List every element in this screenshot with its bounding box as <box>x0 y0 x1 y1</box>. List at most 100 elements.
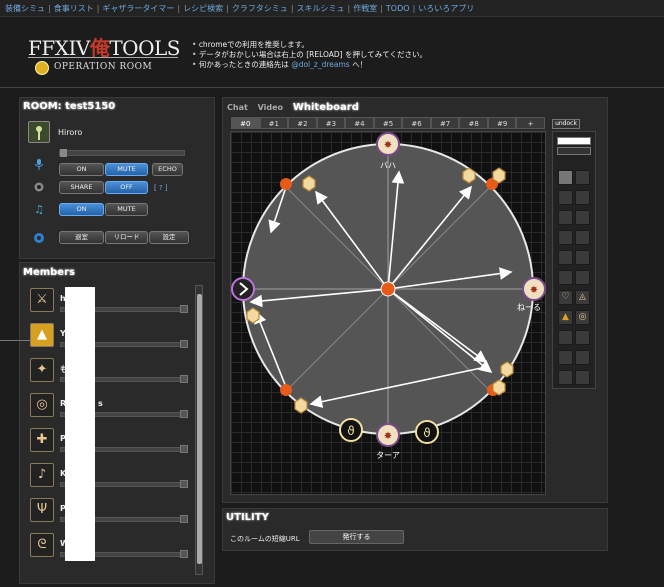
app-root: 装備シミュ | 食事リスト | ギャザラータイマー | レシピ検索 | クラフタシミュ | スキルシ… <box>0 0 664 587</box>
palette-cell[interactable] <box>575 270 590 285</box>
svg-text:✸: ✸ <box>384 431 392 442</box>
job-icon: ✚ <box>30 428 54 452</box>
whiteboard-canvas[interactable]: ✸ ✸ ✸ ϑ ϑ バハ ねーる ターア <box>230 131 546 495</box>
music-mute-button[interactable]: MUTE <box>105 203 148 216</box>
page-tab[interactable]: #7 <box>430 117 460 129</box>
utility-panel: UTILITY このルームの短縮URL 発行する <box>222 508 608 551</box>
short-url-label: このルームの短縮URL <box>230 535 300 543</box>
member-row[interactable]: ▲ Y <box>30 323 200 353</box>
nav-link-apps[interactable]: いろいろアプリ <box>418 4 474 13</box>
undock-button[interactable]: undock <box>552 119 580 129</box>
member-row[interactable]: ΨP <box>30 498 200 528</box>
twitter-link[interactable]: @dol_z_dreams <box>291 60 349 69</box>
page-tab[interactable]: #0 <box>231 117 260 129</box>
mic-mute-button[interactable]: MUTE <box>105 163 148 176</box>
page-tab[interactable]: #2 <box>288 117 317 129</box>
member-row[interactable]: ♪ K <box>30 463 200 493</box>
echo-button[interactable]: ECHO <box>152 163 183 176</box>
nav-link-room[interactable]: 作戦室 <box>353 4 377 13</box>
palette-cell[interactable] <box>575 230 590 245</box>
members-scrollbar[interactable] <box>195 285 203 575</box>
palette-cell[interactable]: ▲ <box>558 310 573 325</box>
nav-link-recipe[interactable]: レシピ検索 <box>183 4 223 13</box>
palette-cell[interactable] <box>575 210 590 225</box>
palette-cell[interactable] <box>558 230 573 245</box>
job-icon: ✦ <box>30 358 54 382</box>
share-button[interactable]: SHARE <box>59 181 104 194</box>
svg-text:✸: ✸ <box>530 285 538 296</box>
page-tab[interactable]: #4 <box>345 117 374 129</box>
settings-button[interactable]: 設定 <box>149 231 189 244</box>
member-checkbox[interactable] <box>180 550 188 558</box>
center-marker <box>380 281 396 297</box>
nav-link-gather[interactable]: ギャザラータイマー <box>102 4 174 13</box>
palette-cell[interactable]: ♡ <box>558 290 573 305</box>
tab-chat[interactable]: Chat <box>227 103 248 112</box>
music-on-button[interactable]: ON <box>59 203 104 216</box>
palette-cell[interactable] <box>558 210 573 225</box>
palette-cell[interactable] <box>575 250 590 265</box>
palette-cell[interactable] <box>575 190 590 205</box>
nav-link-todo[interactable]: TODO <box>386 4 410 13</box>
page-tab[interactable]: #6 <box>402 117 431 129</box>
utility-title: UTILITY <box>226 512 269 523</box>
color-swatch-white[interactable] <box>557 137 591 145</box>
page-tab[interactable]: + <box>516 117 546 129</box>
room-title: ROOM: test5150 <box>23 101 116 112</box>
nav-link-skill[interactable]: スキルシミュ <box>297 4 345 13</box>
member-row[interactable]: ✚ P <box>30 428 200 458</box>
palette-cell[interactable] <box>558 170 573 185</box>
page-tab[interactable]: #9 <box>487 117 517 129</box>
site-header: FFXIV俺TOOLS OPERATION ROOM chromeでの利用を推奨… <box>0 18 664 88</box>
issue-url-button[interactable]: 発行する <box>309 530 404 544</box>
page-tab[interactable]: #8 <box>459 117 488 129</box>
member-row[interactable]: ⚔ h <box>30 288 200 318</box>
member-checkbox[interactable] <box>180 340 188 348</box>
svg-text:ϑ: ϑ <box>423 426 430 440</box>
leave-button[interactable]: 退室 <box>59 231 104 244</box>
palette-cell[interactable] <box>558 330 573 345</box>
palette-cell[interactable]: ◎ <box>575 310 590 325</box>
nav-link-craft[interactable]: クラフタシミュ <box>232 4 288 13</box>
palette-cell[interactable] <box>575 370 590 385</box>
arena-drawing: ✸ ✸ ✸ ϑ ϑ バハ ねーる ターア <box>231 132 546 460</box>
tab-video[interactable]: Video <box>258 103 283 112</box>
page-tab[interactable]: #3 <box>316 117 346 129</box>
share-off-button[interactable]: OFF <box>105 181 148 194</box>
palette-cell[interactable] <box>558 270 573 285</box>
coin-icon <box>35 61 49 75</box>
palette-cell[interactable] <box>558 370 573 385</box>
member-checkbox[interactable] <box>180 445 188 453</box>
palette-cell[interactable] <box>575 350 590 365</box>
mic-on-button[interactable]: ON <box>59 163 104 176</box>
label-top: バハ <box>380 161 396 170</box>
palette-cell[interactable] <box>575 330 590 345</box>
member-checkbox[interactable] <box>180 305 188 313</box>
nav-link-food[interactable]: 食事リスト <box>54 4 94 13</box>
healer-icon-right: ϑ <box>415 420 439 444</box>
volume-slider[interactable] <box>59 149 185 157</box>
palette-cell[interactable]: ◬ <box>575 290 590 305</box>
palette-cell[interactable] <box>558 190 573 205</box>
page-tab[interactable]: #1 <box>259 117 289 129</box>
member-row[interactable]: ᘓW <box>30 533 200 563</box>
member-row[interactable]: ◎ Rs <box>30 393 200 423</box>
page-tab[interactable]: #5 <box>373 117 403 129</box>
member-row[interactable]: ✦ も <box>30 358 200 388</box>
palette-cell[interactable] <box>558 250 573 265</box>
site-logo[interactable]: FFXIV俺TOOLS OPERATION ROOM <box>28 32 188 88</box>
member-checkbox[interactable] <box>180 480 188 488</box>
reload-button[interactable]: リロード <box>105 231 148 244</box>
palette-cell[interactable] <box>575 170 590 185</box>
tab-whiteboard[interactable]: Whiteboard <box>293 102 359 113</box>
mic-icon <box>33 158 45 170</box>
tool-palette: ♡ ◬ ▲ ◎ <box>552 131 596 389</box>
member-checkbox[interactable] <box>180 515 188 523</box>
share-help-link[interactable]: [ ? ] <box>154 184 168 192</box>
member-checkbox[interactable] <box>180 375 188 383</box>
webcam-icon <box>33 181 45 193</box>
member-checkbox[interactable] <box>180 410 188 418</box>
nav-link-equip[interactable]: 装備シミュ <box>5 4 45 13</box>
color-swatch-dark[interactable] <box>557 147 591 155</box>
palette-cell[interactable] <box>558 350 573 365</box>
